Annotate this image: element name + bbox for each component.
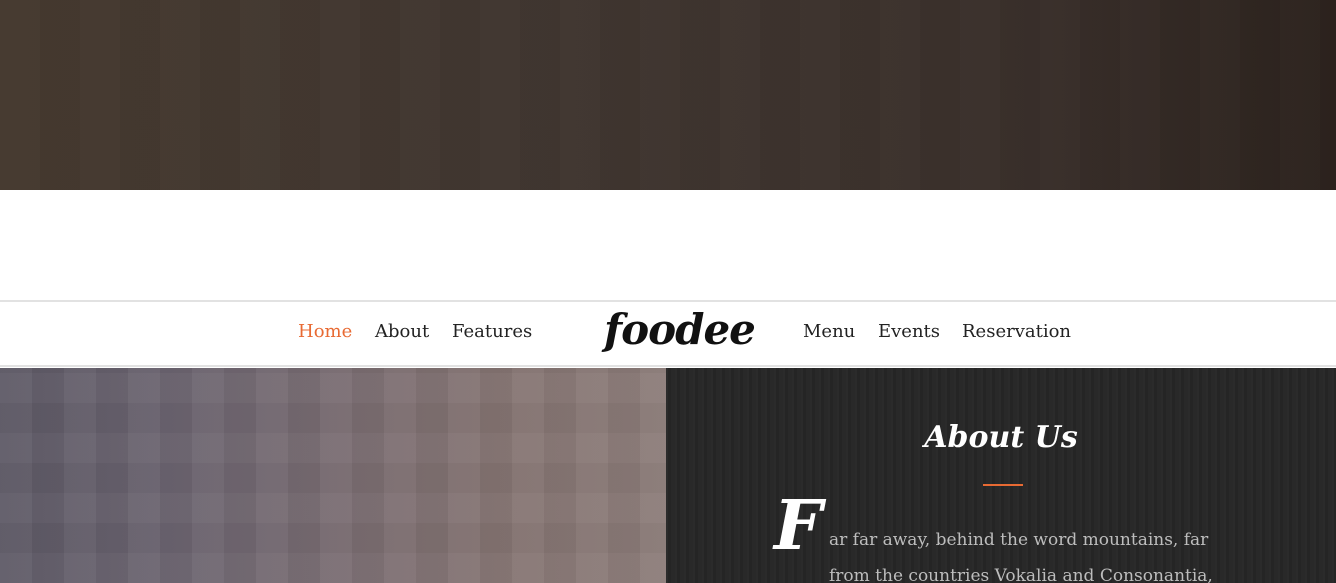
brand-logo[interactable]: foodee <box>604 305 756 354</box>
about-line-2: from the countries Vokalia and Consonant… <box>829 566 1213 583</box>
nav-link-home[interactable]: Home <box>298 321 352 342</box>
nav-link-about[interactable]: About <box>375 321 429 342</box>
hero-banner <box>0 0 1336 190</box>
about-photo <box>0 368 666 583</box>
drop-cap: F <box>774 486 823 566</box>
title-divider <box>983 484 1023 486</box>
main-navbar: Home About Features foodee Menu Events R… <box>0 300 1336 367</box>
about-line-1: ar far away, behind the word mountains, … <box>829 530 1209 550</box>
nav-link-menu[interactable]: Menu <box>803 321 855 342</box>
nav-link-features[interactable]: Features <box>452 321 532 342</box>
about-paragraph: ar far away, behind the word mountains, … <box>829 522 1229 583</box>
about-title: About Us <box>924 420 1078 455</box>
nav-link-events[interactable]: Events <box>878 321 940 342</box>
spacer <box>0 190 1336 300</box>
nav-link-reservation[interactable]: Reservation <box>962 321 1071 342</box>
about-section: About Us F ar far away, behind the word … <box>666 368 1336 583</box>
